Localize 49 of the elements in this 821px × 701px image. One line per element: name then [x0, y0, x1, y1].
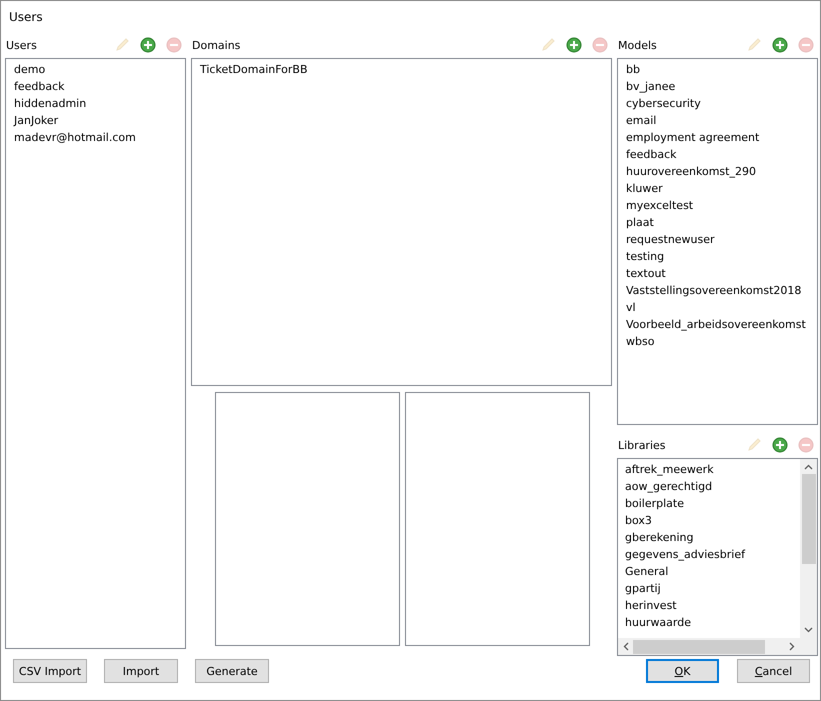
model-item[interactable]: wbso [626, 333, 654, 350]
model-item[interactable]: myexceltest [626, 197, 694, 214]
model-item[interactable]: Voorbeeld_arbeidsovereenkomst [626, 316, 806, 333]
user-item[interactable]: hiddenadmin [14, 95, 86, 112]
dialog-button[interactable]: CSV Import [13, 659, 87, 683]
model-item[interactable]: feedback [626, 146, 677, 163]
model-item[interactable]: Vaststellingsovereenkomst2018 [626, 282, 802, 299]
user-item[interactable]: demo [14, 61, 46, 78]
add-icon[interactable] [772, 37, 788, 53]
library-item[interactable]: gberekening [625, 529, 694, 546]
library-item[interactable]: gpartij [625, 580, 661, 597]
section-label: Models [618, 38, 658, 52]
model-item[interactable]: requestnewuser [626, 231, 715, 248]
dialog-button[interactable]: Generate [195, 659, 269, 683]
library-item[interactable]: gegevens_adviesbrief [625, 546, 745, 563]
dialog-button[interactable]: Cancel [737, 659, 810, 683]
library-item[interactable]: box3 [625, 512, 652, 529]
model-item[interactable]: huurovereenkomst_290 [626, 163, 756, 180]
library-item[interactable]: boilerplate [625, 495, 684, 512]
vertical-scrollbar[interactable] [800, 459, 817, 638]
section-label: Users [6, 38, 38, 52]
library-item[interactable]: General [625, 563, 668, 580]
model-item[interactable]: textout [626, 265, 666, 282]
model-item[interactable]: bb [626, 61, 640, 78]
add-icon[interactable] [140, 37, 156, 53]
library-item[interactable]: aftrek_meewerk [625, 461, 714, 478]
section-label: Libraries [618, 438, 667, 452]
section-label: Domains [192, 38, 242, 52]
model-item[interactable]: plaat [626, 214, 654, 231]
horizontal-scrollbar[interactable] [618, 638, 800, 655]
model-item[interactable]: testing [626, 248, 664, 265]
model-item[interactable]: cybersecurity [626, 95, 701, 112]
model-item[interactable]: email [626, 112, 656, 129]
add-icon[interactable] [566, 37, 582, 53]
window-title: Users [8, 9, 44, 26]
model-item[interactable]: kluwer [626, 180, 663, 197]
library-item[interactable]: herinvest [625, 597, 677, 614]
dialog-button[interactable]: Import [104, 659, 178, 683]
model-item[interactable]: employment agreement [626, 129, 760, 146]
user-item[interactable]: feedback [14, 78, 65, 95]
user-item[interactable]: madevr@hotmail.com [14, 129, 136, 146]
library-item[interactable]: huurwaarde [625, 614, 691, 631]
domain-item[interactable]: TicketDomainForBB [200, 61, 308, 78]
library-item[interactable]: aow_gerechtigd [625, 478, 712, 495]
add-icon[interactable] [772, 437, 788, 453]
dialog-button[interactable]: OK [646, 659, 719, 683]
user-item[interactable]: JanJoker [14, 112, 58, 129]
model-item[interactable]: vl [626, 299, 636, 316]
model-item[interactable]: bv_janee [626, 78, 676, 95]
